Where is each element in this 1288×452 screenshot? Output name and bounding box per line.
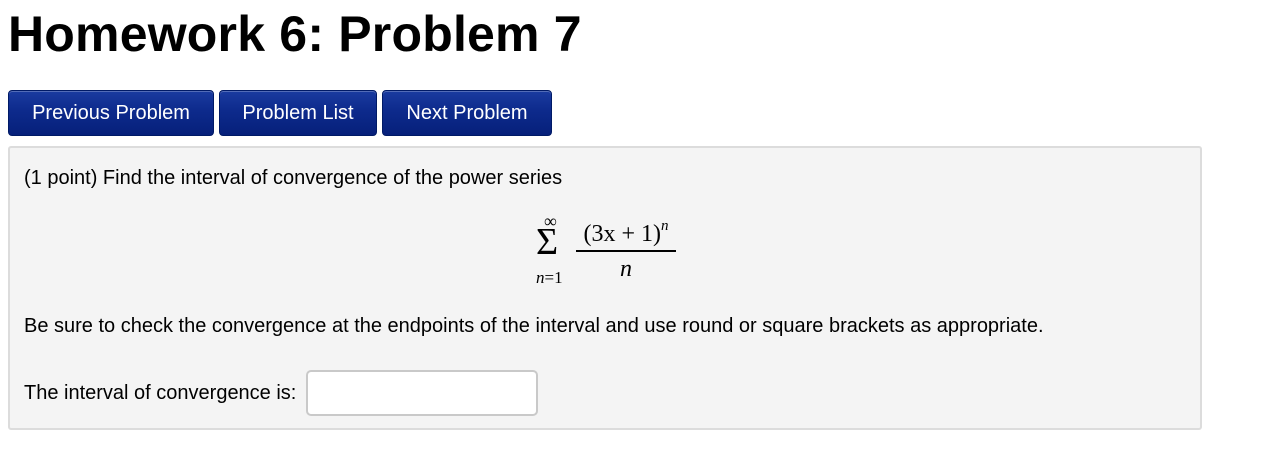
problem-instructions: Be sure to check the convergence at the … [24,315,1044,337]
answer-label: The interval of convergence is: [24,382,297,404]
power-series-formula: ∞ Σ n=1 (3x + 1)n n [530,212,700,292]
problem-list-button[interactable]: Problem List [219,90,377,136]
series-fraction: (3x + 1)n n [576,214,676,282]
problem-box: (1 point) Find the interval of convergen… [8,146,1202,430]
problem-prompt: (1 point) Find the interval of convergen… [24,167,563,189]
sum-lower-limit: n=1 [536,268,563,288]
sum-index-start: =1 [544,268,563,287]
fraction-numerator: (3x + 1)n [576,214,676,248]
numerator-exponent: n [661,218,669,234]
page: Homework 6: Problem 7 Previous Problem P… [0,0,1288,452]
numerator-expression: (3x + 1) [583,221,662,247]
previous-problem-button[interactable]: Previous Problem [8,90,214,136]
sum-index-variable: n [536,268,545,287]
summation-symbol: Σ [536,221,559,263]
page-title: Homework 6: Problem 7 [8,6,582,62]
answer-input[interactable] [306,370,539,416]
fraction-bar [576,250,676,252]
problem-navigation: Previous Problem Problem List Next Probl… [8,90,552,136]
next-problem-button[interactable]: Next Problem [382,90,552,136]
answer-row: The interval of convergence is: [24,370,539,416]
fraction-denominator: n [620,256,632,282]
